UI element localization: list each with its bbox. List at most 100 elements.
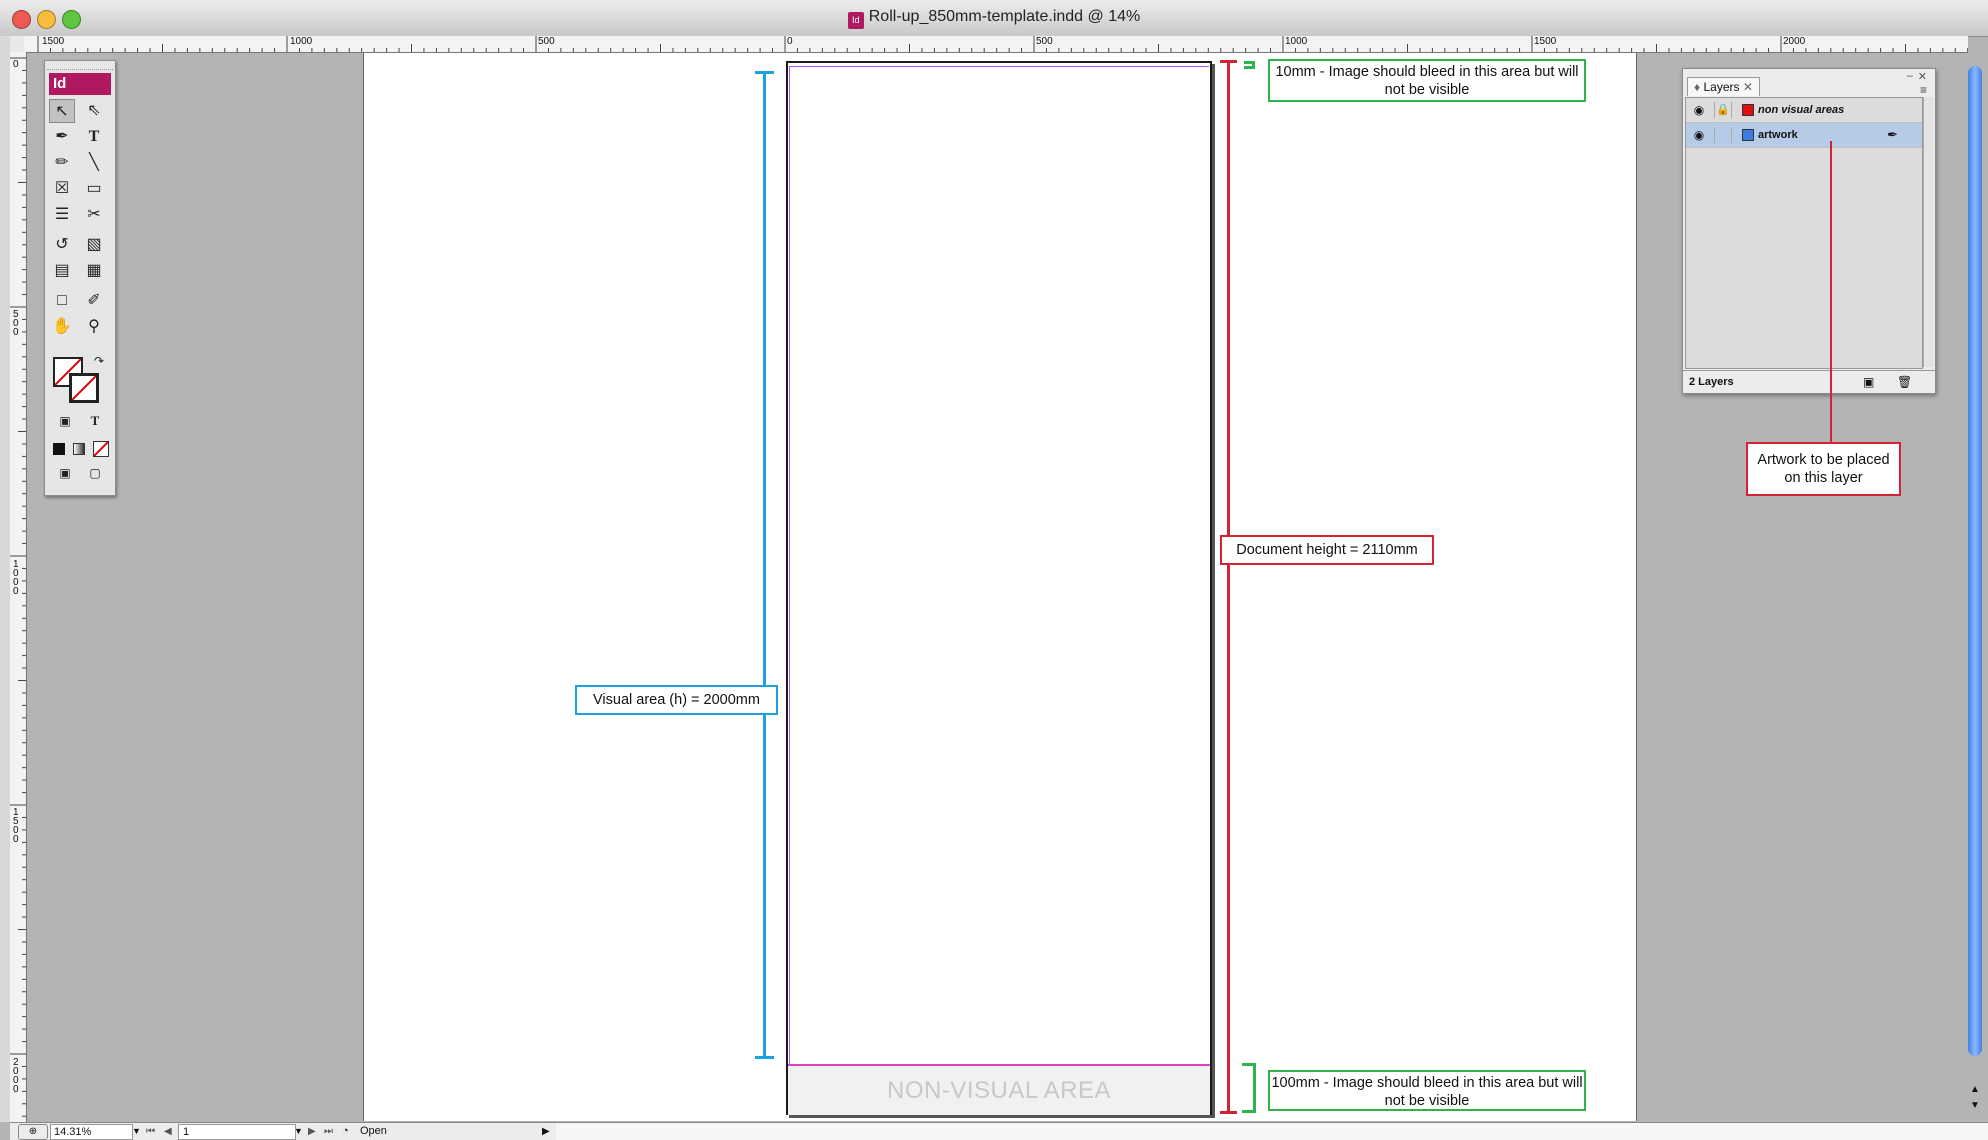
page-dropdown-icon[interactable]: ▼	[294, 1123, 303, 1140]
vruler-label: 0	[13, 59, 19, 70]
rectangle-frame-tool-icon[interactable]: ☒	[49, 177, 75, 201]
bottom-bleed-label: 100mm - Image should bleed in this area …	[1268, 1070, 1586, 1111]
hruler-label: 1000	[290, 36, 313, 47]
none-slash-icon	[94, 442, 108, 456]
new-layer-icon[interactable]: ▣	[1863, 371, 1874, 393]
horizontal-ruler-ticks	[37, 36, 1968, 52]
non-visual-area: NON-VISUAL AREA	[788, 1064, 1210, 1115]
page-number-field[interactable]: 1	[178, 1124, 296, 1140]
document-height-label: Document height = 2110mm	[1220, 535, 1434, 565]
hruler-label: 2000	[1783, 36, 1806, 47]
bottom-bleed-bracket	[1242, 1063, 1256, 1113]
tab-close-icon[interactable]: ✕	[1740, 80, 1753, 94]
normal-view-mode-icon[interactable]: ▣	[53, 463, 77, 483]
hruler-label: 0	[787, 36, 793, 47]
apply-color-button[interactable]	[53, 443, 65, 455]
top-bleed-label: 10mm - Image should bleed in this area b…	[1268, 59, 1586, 102]
indesign-document-icon: Id	[847, 12, 864, 29]
hruler-label: 500	[538, 36, 555, 47]
no-stroke-slash-icon	[72, 376, 96, 400]
horizontal-ruler[interactable]: 1500 1000 500 0 500 1000 1500 2000	[24, 36, 1968, 53]
trash-icon[interactable]: 🗑	[1897, 371, 1912, 393]
visibility-eye-icon[interactable]: ◉	[1690, 128, 1708, 142]
scissors-tool-icon[interactable]: ✂	[81, 203, 107, 227]
zoom-field[interactable]: 14.31%	[50, 1124, 133, 1140]
vertical-ruler[interactable]: 0 500 1000 1500 2000	[10, 52, 27, 1122]
free-transform-tool-icon[interactable]: ▧	[81, 233, 107, 257]
vertical-scrollbar[interactable]	[1966, 66, 1984, 1066]
rectangle-tool-icon[interactable]: ▭	[81, 177, 107, 201]
tools-panel-grip[interactable]	[47, 63, 113, 70]
direct-selection-tool-icon[interactable]: ⇖	[81, 99, 107, 123]
layers-tab-label: Layers	[1703, 80, 1740, 94]
formatting-text-icon[interactable]: T	[83, 411, 107, 431]
window-title: Roll-up_850mm-template.indd @ 14%	[868, 8, 1141, 25]
vertical-scroll-thumb[interactable]	[1968, 66, 1982, 1056]
apply-gradient-button[interactable]	[73, 443, 85, 455]
layers-panel: – ✕ ♦ Layers ✕ ≡ ◉ 🔒 non visual areas ◉ …	[1682, 68, 1936, 394]
document-height-line	[1227, 60, 1230, 1114]
hruler-label: 1000	[1285, 36, 1308, 47]
next-page-icon[interactable]: ▶	[308, 1123, 316, 1140]
hruler-label: 1500	[1534, 36, 1557, 47]
layer-row-non-visual-areas[interactable]: ◉ 🔒 non visual areas	[1686, 98, 1922, 123]
panel-menu-icon[interactable]: ≡	[1920, 83, 1927, 97]
note-tool-icon[interactable]: □	[49, 289, 75, 313]
document-page[interactable]	[786, 61, 1212, 1115]
preview-mode-icon[interactable]: ▢	[83, 463, 107, 483]
ruler-origin-corner[interactable]	[10, 36, 25, 53]
visual-area-line	[763, 72, 766, 1057]
scroll-up-arrow-icon[interactable]: ▲	[1970, 1084, 1980, 1095]
visual-area-cap-bottom	[755, 1056, 774, 1059]
selection-tool-icon[interactable]: ↖	[49, 99, 75, 123]
page-left-margin-guide	[789, 66, 790, 1064]
view-options-icon[interactable]: ⊕	[18, 1124, 48, 1140]
type-tool-icon[interactable]: T	[81, 125, 107, 149]
preflight-icon[interactable]: ◔	[342, 1123, 349, 1140]
stroke-swatch[interactable]	[69, 373, 99, 403]
button-tool-icon[interactable]: ☰	[49, 203, 75, 227]
scroll-down-arrow-icon[interactable]: ▼	[1970, 1100, 1980, 1111]
zoom-tool-icon[interactable]: ⚲	[81, 315, 107, 339]
artwork-layer-callout: Artwork to be placed on this layer	[1746, 442, 1901, 496]
window-title-wrap: Id Roll-up_850mm-template.indd @ 14%	[0, 8, 1988, 29]
tools-panel: Id ↖ ⇖ ✒ T ✏ ╲ ☒ ▭ ☰ ✂ ↺ ▧ ▤ ▦ □ ✐ ✋ ⚲ ↷…	[44, 60, 116, 496]
pen-tool-icon[interactable]: ✒	[49, 125, 75, 149]
hand-tool-icon[interactable]: ✋	[49, 315, 75, 339]
rotate-tool-icon[interactable]: ↺	[49, 233, 75, 257]
visibility-eye-icon[interactable]: ◉	[1690, 103, 1708, 117]
hruler-label: 500	[1036, 36, 1053, 47]
top-bleed-bracket	[1244, 61, 1255, 69]
gradient-tool-icon[interactable]: ▤	[49, 259, 75, 283]
lock-toggle-empty[interactable]	[1714, 127, 1732, 143]
hruler-label: 1500	[42, 36, 65, 47]
layer-color-swatch	[1742, 104, 1754, 116]
previous-page-icon[interactable]: ◀	[164, 1123, 172, 1140]
layers-tab[interactable]: ♦ Layers ✕	[1687, 77, 1760, 96]
lock-icon[interactable]: 🔒	[1714, 102, 1732, 118]
apply-none-button[interactable]	[93, 441, 109, 457]
zoom-dropdown-icon[interactable]: ▼	[132, 1123, 141, 1140]
panel-collapse-icon[interactable]: –	[1907, 70, 1913, 82]
first-page-icon[interactable]: ⏮	[146, 1123, 155, 1140]
layers-list: ◉ 🔒 non visual areas ◉ artwork ✒	[1685, 97, 1923, 369]
panel-close-icon[interactable]: ✕	[1918, 70, 1927, 83]
vruler-label: 1500	[13, 807, 19, 845]
pencil-tool-icon[interactable]: ✏	[49, 151, 75, 175]
title-bar: Id Roll-up_850mm-template.indd @ 14%	[0, 0, 1988, 37]
layers-scrollbar[interactable]	[1923, 97, 1934, 367]
gradient-feather-tool-icon[interactable]: ▦	[81, 259, 107, 283]
layers-footer: 2 Layers ▣ 🗑	[1683, 370, 1935, 393]
swap-fill-stroke-icon[interactable]: ↷	[91, 353, 107, 369]
layer-row-artwork[interactable]: ◉ artwork ✒	[1686, 123, 1922, 148]
last-page-icon[interactable]: ⏭	[324, 1123, 333, 1140]
artwork-leader-line	[1830, 141, 1832, 443]
status-menu-arrow-icon[interactable]: ▶	[542, 1123, 550, 1140]
pen-target-icon: ✒	[1887, 127, 1898, 142]
document-status-text: Open	[360, 1125, 387, 1137]
formatting-container-icon[interactable]: ▣	[53, 411, 77, 431]
page-top-margin-guide	[789, 66, 1209, 67]
line-tool-icon[interactable]: ╲	[81, 151, 107, 175]
horizontal-scrollbar[interactable]	[556, 1122, 1988, 1140]
eyedropper-tool-icon[interactable]: ✐	[81, 289, 107, 313]
